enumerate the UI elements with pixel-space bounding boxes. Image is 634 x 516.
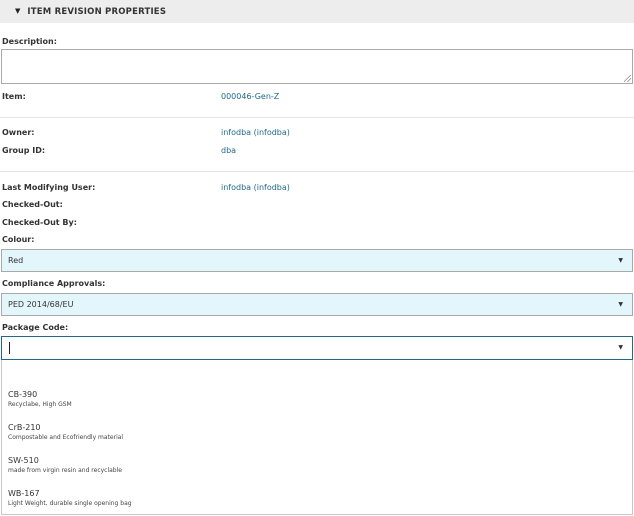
option-description: made from virgin resin and recyclable [8, 467, 122, 474]
divider [0, 171, 634, 172]
item-label: Item: [2, 92, 26, 101]
option-description: Light Weight, durable single opening bag [8, 500, 132, 507]
compliance-approvals-label: Compliance Approvals: [2, 279, 106, 288]
compliance-select-value: PED 2014/68/EU [8, 300, 74, 309]
dropdown-option[interactable]: CB-390 Recyclabe, High GSM [8, 390, 72, 408]
section-header[interactable]: ▼ ITEM REVISION PROPERTIES [0, 0, 634, 23]
option-code: SW-510 [8, 456, 39, 465]
dropdown-option[interactable]: SW-510 made from virgin resin and recycl… [8, 456, 122, 474]
chevron-down-icon[interactable]: ▼ [618, 345, 623, 351]
chevron-down-icon[interactable]: ▼ [618, 302, 623, 308]
caret-down-icon[interactable]: ▼ [15, 8, 20, 15]
colour-select-value: Red [8, 256, 24, 265]
compliance-approvals-select[interactable]: PED 2014/68/EU ▼ [1, 293, 633, 316]
colour-label: Colour: [2, 235, 35, 244]
description-textarea[interactable] [1, 49, 633, 84]
option-description: Compostable and Ecofriendly material [8, 434, 124, 441]
resize-grip-icon[interactable] [624, 75, 631, 82]
group-id-value-link[interactable]: dba [221, 146, 236, 155]
package-code-label: Package Code: [2, 323, 69, 332]
option-code: WB-167 [8, 489, 40, 498]
text-cursor [9, 342, 10, 354]
chevron-down-icon[interactable]: ▼ [618, 258, 623, 264]
section-title: ITEM REVISION PROPERTIES [27, 6, 167, 17]
owner-value-link[interactable]: infodba (infodba) [221, 128, 290, 137]
option-code: CrB-210 [8, 423, 41, 432]
divider [0, 117, 634, 118]
owner-label: Owner: [2, 128, 35, 137]
option-code: CB-390 [8, 390, 38, 399]
last-modifying-user-value-link[interactable]: infodba (infodba) [221, 183, 290, 192]
colour-select[interactable]: Red ▼ [1, 249, 633, 272]
last-modifying-user-label: Last Modifying User: [2, 183, 96, 192]
dropdown-option[interactable]: WB-167 Light Weight, durable single open… [8, 489, 132, 507]
description-label: Description: [2, 37, 57, 46]
group-id-label: Group ID: [2, 146, 46, 155]
package-code-input[interactable]: ▼ [1, 336, 633, 360]
checked-out-label: Checked-Out: [2, 200, 63, 209]
option-description: Recyclabe, High GSM [8, 401, 72, 408]
dropdown-option[interactable]: CrB-210 Compostable and Ecofriendly mate… [8, 423, 123, 441]
item-value-link[interactable]: 000046-Gen-Z [221, 92, 279, 101]
checked-out-by-label: Checked-Out By: [2, 218, 77, 227]
package-code-dropdown: CB-390 Recyclabe, High GSM CrB-210 Compo… [1, 360, 633, 515]
